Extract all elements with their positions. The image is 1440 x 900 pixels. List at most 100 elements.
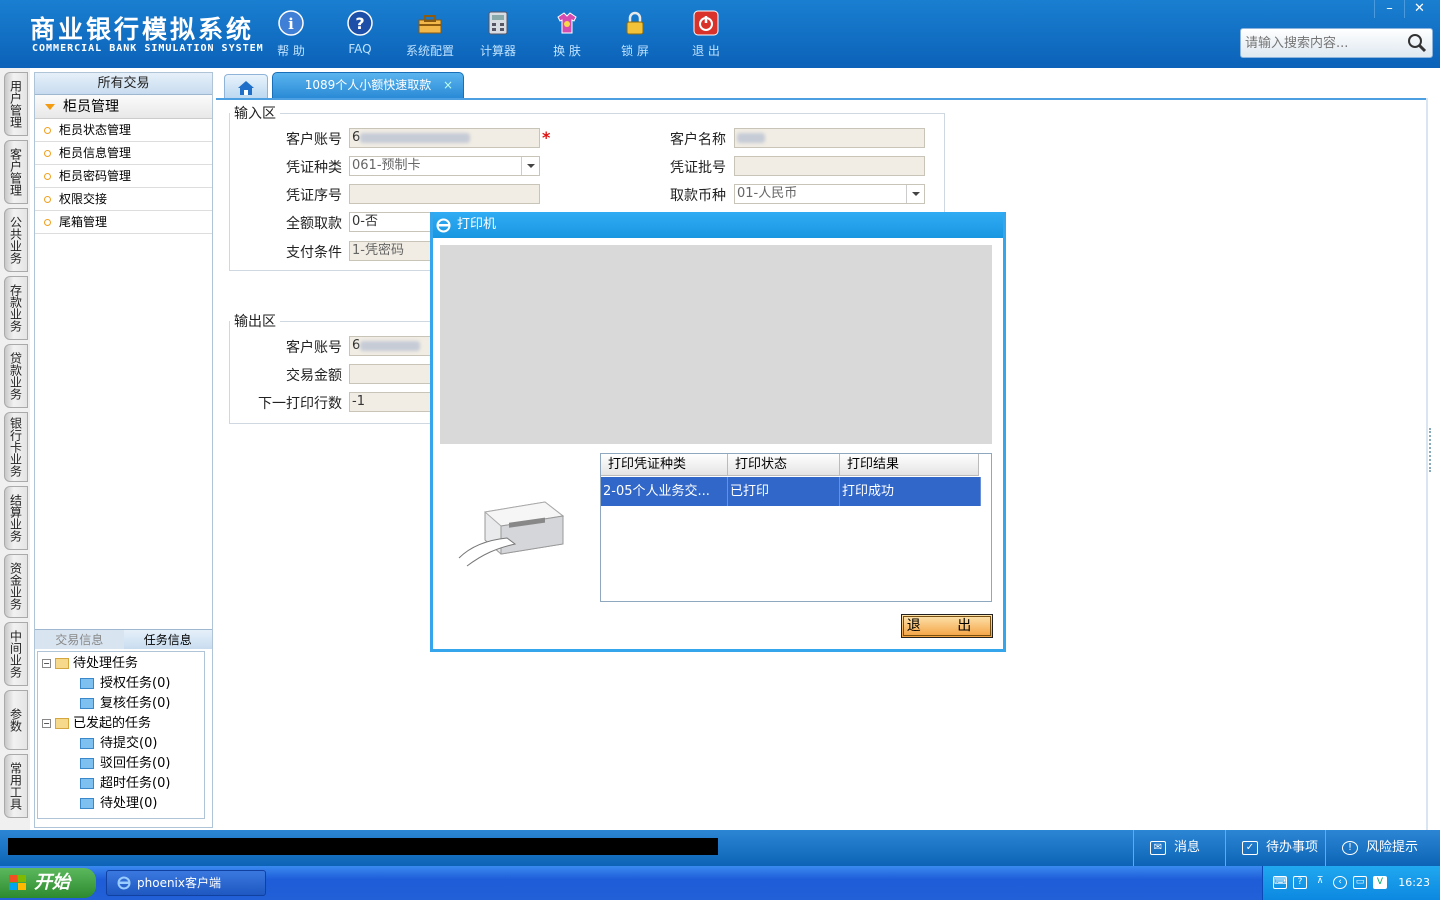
vtab-settlement[interactable]: 结算业务: [4, 486, 28, 550]
risk-label: 风险提示: [1366, 840, 1419, 855]
calculator-label: 计算器: [479, 44, 516, 58]
print-preview-area: [440, 245, 992, 444]
minimize-button[interactable]: –: [1374, 0, 1404, 18]
tree-label: 复核任务(0): [100, 696, 171, 711]
close-window-button[interactable]: ✕: [1404, 0, 1434, 18]
tree-node-to-handle[interactable]: 待处理(0): [38, 794, 204, 814]
voucher-seq-label: 凭证序号: [286, 188, 342, 204]
start-button[interactable]: 开始: [0, 868, 96, 898]
collapse-icon[interactable]: −: [42, 659, 51, 668]
envelope-icon: ✉: [1150, 840, 1166, 855]
tree-node-pending[interactable]: − 待处理任务: [38, 654, 204, 674]
currency-label: 取款币种: [670, 188, 726, 204]
vtab-funds[interactable]: 资金业务: [4, 554, 28, 618]
tree-label: 待提交(0): [100, 736, 158, 751]
tree-node-initiated[interactable]: − 已发起的任务: [38, 714, 204, 734]
home-tab[interactable]: [224, 74, 268, 98]
full-withdraw-label: 全额取款: [286, 216, 342, 232]
todo-button[interactable]: ✓ 待办事项: [1225, 830, 1325, 866]
sidebar-item-teller-password[interactable]: 柜员密码管理: [35, 165, 212, 188]
skin-shirt-icon: [554, 10, 580, 36]
full-withdraw-select[interactable]: 0-否: [349, 212, 431, 232]
vm-tools-icon[interactable]: V: [1373, 876, 1387, 889]
vtab-intermediary[interactable]: 中间业务: [4, 622, 28, 686]
tree-node-rejected[interactable]: 驳回任务(0): [38, 754, 204, 774]
account-input[interactable]: 6: [349, 128, 540, 148]
vtab-label: 存款业务: [8, 284, 23, 332]
tree-label: 已发起的任务: [73, 716, 152, 731]
start-label: 开始: [34, 872, 70, 893]
taskbar-app-phoenix[interactable]: phoenix客户端: [106, 870, 266, 896]
sidebar: 所有交易 柜员管理 柜员状态管理 柜员信息管理 柜员密码管理 权限交接 尾箱管理…: [34, 72, 213, 828]
sidebar-group-teller[interactable]: 柜员管理: [35, 95, 212, 119]
exit-app-button[interactable]: 退 出: [674, 8, 738, 60]
help-label: 帮 助: [277, 44, 305, 58]
dialog-exit-button[interactable]: 退 出: [901, 614, 993, 638]
tree-node-review[interactable]: 复核任务(0): [38, 694, 204, 714]
output-area-legend: 输出区: [230, 311, 280, 331]
help-button[interactable]: i 帮 助: [259, 8, 323, 60]
voucher-seq-input[interactable]: [349, 184, 540, 204]
tree-node-to-submit[interactable]: 待提交(0): [38, 734, 204, 754]
vtab-bank-card[interactable]: 银行卡业务: [4, 412, 28, 482]
vtab-parameters[interactable]: 参数: [4, 690, 28, 750]
folder-icon: [80, 758, 94, 769]
calculator-button[interactable]: 计算器: [466, 8, 530, 60]
calculator-icon: [485, 10, 511, 36]
sidebar-item-cash-box[interactable]: 尾箱管理: [35, 211, 212, 234]
chevron-down-icon[interactable]: [906, 185, 924, 203]
search-input[interactable]: [1241, 29, 1401, 57]
currency-select[interactable]: 01-人民币: [734, 184, 925, 204]
power-icon: [693, 10, 719, 36]
sidebar-header[interactable]: 所有交易: [35, 73, 212, 95]
tree-node-auth[interactable]: 授权任务(0): [38, 674, 204, 694]
vtab-tools[interactable]: 常用工具: [4, 754, 28, 818]
tree-node-timeout[interactable]: 超时任务(0): [38, 774, 204, 794]
risk-alert-button[interactable]: ! 风险提示: [1325, 830, 1440, 866]
change-skin-button[interactable]: 换 肤: [535, 8, 599, 60]
vtab-loan[interactable]: 贷款业务: [4, 344, 28, 408]
faq-label: FAQ: [348, 42, 372, 56]
messages-button[interactable]: ✉ 消息: [1133, 830, 1225, 866]
col-header-print-status[interactable]: 打印状态: [728, 454, 840, 476]
search-icon[interactable]: [1407, 33, 1427, 53]
voucher-batch-input[interactable]: [734, 156, 925, 176]
sidebar-item-teller-status[interactable]: 柜员状态管理: [35, 119, 212, 142]
printer-icon: [458, 501, 565, 567]
pay-condition-select[interactable]: 1-凭密码: [349, 241, 431, 261]
tab-underline: [216, 98, 1427, 100]
pay-condition-value: 1-凭密码: [352, 243, 404, 258]
collapse-icon[interactable]: −: [42, 719, 51, 728]
customer-name-input[interactable]: [734, 128, 925, 148]
sidebar-item-authority-handover[interactable]: 权限交接: [35, 188, 212, 211]
keyboard-icon[interactable]: ⌨: [1273, 876, 1287, 889]
vtab-user-mgmt[interactable]: 用户管理: [4, 72, 28, 136]
tab-task-info[interactable]: 任务信息: [123, 630, 212, 649]
lock-screen-label: 锁 屏: [621, 44, 649, 58]
expand-tray-icon[interactable]: ‹: [1333, 876, 1347, 889]
vtab-public-business[interactable]: 公共业务: [4, 208, 28, 272]
faq-button[interactable]: ? FAQ: [328, 8, 392, 60]
dialog-titlebar[interactable]: 打印机: [433, 212, 1003, 238]
svg-text:i: i: [288, 15, 294, 33]
col-header-voucher-type[interactable]: 打印凭证种类: [601, 454, 728, 476]
vtab-label: 资金业务: [8, 562, 23, 610]
close-tab-icon[interactable]: ×: [443, 73, 453, 97]
display-icon[interactable]: ▭: [1353, 876, 1367, 889]
print-status-table: 打印凭证种类 打印状态 打印结果 2-05个人业务交... 已打印 打印成功: [600, 453, 992, 602]
masked-text: [737, 132, 765, 143]
lock-screen-button[interactable]: 锁 屏: [603, 8, 667, 60]
sidebar-item-teller-info[interactable]: 柜员信息管理: [35, 142, 212, 165]
out-account-text: 6: [352, 338, 361, 353]
network-icon[interactable]: ⊼: [1313, 876, 1327, 889]
vtab-customer-mgmt[interactable]: 客户管理: [4, 140, 28, 204]
voucher-type-select[interactable]: 061-预制卡: [349, 156, 540, 176]
system-config-button[interactable]: 系统配置: [398, 8, 462, 60]
col-header-print-result[interactable]: 打印结果: [840, 454, 979, 476]
help-tray-icon[interactable]: ?: [1293, 876, 1307, 889]
tab-quick-withdraw[interactable]: 1089个人小额快速取款 ×: [272, 72, 464, 98]
tab-trade-info[interactable]: 交易信息: [35, 630, 124, 649]
chevron-down-icon[interactable]: [521, 157, 539, 175]
vtab-deposit[interactable]: 存款业务: [4, 276, 28, 340]
collapse-right-handle[interactable]: [1429, 428, 1437, 472]
